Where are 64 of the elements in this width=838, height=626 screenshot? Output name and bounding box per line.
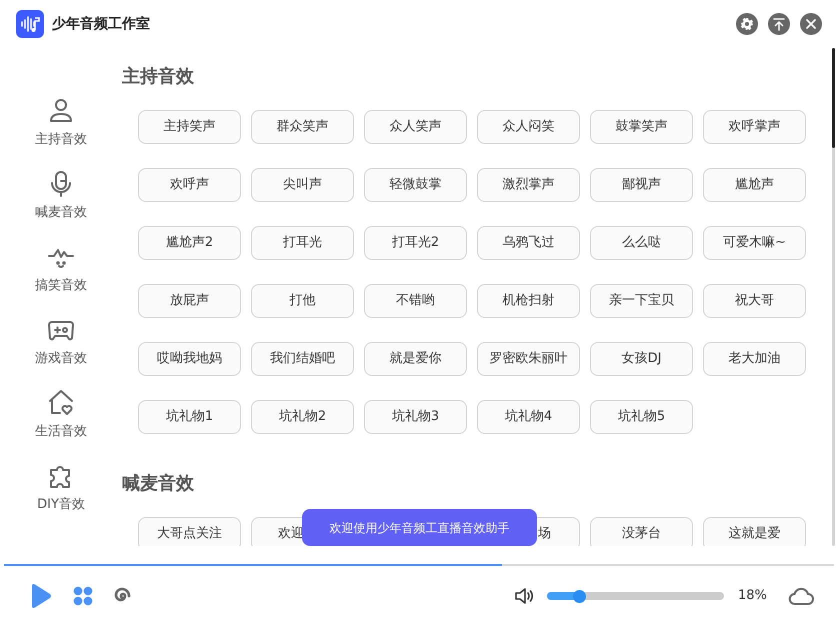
sound-button[interactable]: 就是爱你 bbox=[364, 342, 467, 376]
cloud-icon[interactable] bbox=[788, 586, 814, 606]
sound-button[interactable]: 众人笑声 bbox=[364, 110, 467, 144]
sound-button[interactable]: 罗密欧朱丽叶 bbox=[477, 342, 580, 376]
sound-button[interactable]: 打耳光 bbox=[251, 226, 354, 260]
pin-top-button[interactable] bbox=[768, 13, 790, 35]
sound-button[interactable]: 众人闷笑 bbox=[477, 110, 580, 144]
sound-button[interactable]: 老大加油 bbox=[703, 342, 806, 376]
house-heart-icon bbox=[46, 388, 76, 418]
welcome-toast: 欢迎使用少年音频工直播音效助手 bbox=[302, 509, 537, 546]
sound-button[interactable]: 可爱木嘛~ bbox=[703, 226, 806, 260]
sound-button[interactable]: 女孩DJ bbox=[590, 342, 693, 376]
sound-button[interactable]: 打耳光2 bbox=[364, 226, 467, 260]
sound-button[interactable]: 轻微鼓掌 bbox=[364, 168, 467, 202]
sound-button[interactable]: 打他 bbox=[251, 284, 354, 318]
sidebar-item[interactable]: 主持音效 bbox=[35, 96, 87, 153]
sound-button[interactable]: 欢呼声 bbox=[138, 168, 241, 202]
sound-button[interactable]: 欢呼掌声 bbox=[703, 110, 806, 144]
sound-button[interactable]: 大哥点关注 bbox=[138, 517, 241, 546]
speaker-icon[interactable] bbox=[514, 587, 534, 605]
sound-button[interactable]: 尴尬声2 bbox=[138, 226, 241, 260]
section-heading: 主持音效 bbox=[122, 65, 195, 89]
volume-reading: 18% bbox=[738, 587, 768, 606]
sound-button[interactable]: 坑礼物5 bbox=[590, 400, 693, 434]
sidebar-item[interactable]: 生活音效 bbox=[35, 388, 87, 445]
sound-button[interactable]: 放屁声 bbox=[138, 284, 241, 318]
sound-button[interactable]: 这就是爱 bbox=[703, 517, 806, 546]
volume-thumb[interactable] bbox=[572, 590, 586, 602]
sound-button[interactable]: 坑礼物1 bbox=[138, 400, 241, 434]
window-title: 少年音频工作室 bbox=[52, 14, 150, 34]
sound-button[interactable]: 哎呦我地妈 bbox=[138, 342, 241, 376]
scrollbar[interactable] bbox=[832, 48, 834, 546]
arrow-up-bar-icon bbox=[772, 17, 786, 31]
gear-icon bbox=[740, 17, 754, 31]
sound-button[interactable]: 激烈掌声 bbox=[477, 168, 580, 202]
sidebar-item[interactable]: 搞笑音效 bbox=[35, 242, 87, 299]
sound-button[interactable]: 没茅台 bbox=[590, 517, 693, 546]
sound-button[interactable]: 坑礼物4 bbox=[477, 400, 580, 434]
sound-button[interactable]: 坑礼物2 bbox=[251, 400, 354, 434]
sound-button[interactable]: 尖叫声 bbox=[251, 168, 354, 202]
sound-button[interactable]: 群众笑声 bbox=[251, 110, 354, 144]
sound-button[interactable]: 亲一下宝贝 bbox=[590, 284, 693, 318]
sound-button[interactable]: 机枪扫射 bbox=[477, 284, 580, 318]
sound-button[interactable]: 我们结婚吧 bbox=[251, 342, 354, 376]
close-button[interactable] bbox=[800, 13, 822, 35]
grid-button[interactable] bbox=[73, 586, 93, 606]
sound-button[interactable]: 祝大哥 bbox=[703, 284, 806, 318]
section-heading: 喊麦音效 bbox=[122, 472, 195, 496]
sound-button[interactable]: 鄙视声 bbox=[590, 168, 693, 202]
app-logo-icon bbox=[16, 10, 44, 38]
sound-button[interactable]: 不错哟 bbox=[364, 284, 467, 318]
sound-button[interactable]: 主持笑声 bbox=[138, 110, 241, 144]
sound-button[interactable]: 乌鸦飞过 bbox=[477, 226, 580, 260]
sound-button[interactable]: 场 bbox=[537, 517, 580, 546]
sound-button[interactable]: 鼓掌笑声 bbox=[590, 110, 693, 144]
close-icon bbox=[805, 18, 817, 30]
sound-button[interactable]: 么么哒 bbox=[590, 226, 693, 260]
settings-button[interactable] bbox=[736, 13, 758, 35]
sidebar-item[interactable]: DIY音效 bbox=[37, 461, 85, 518]
sidebar-item[interactable]: 喊麦音效 bbox=[35, 169, 87, 226]
sidebar-item[interactable]: 游戏音效 bbox=[35, 315, 87, 372]
volume-slider[interactable] bbox=[547, 589, 724, 603]
sound-button[interactable]: 尴尬声 bbox=[703, 168, 806, 202]
sound-button[interactable]: 坑礼物3 bbox=[364, 400, 467, 434]
